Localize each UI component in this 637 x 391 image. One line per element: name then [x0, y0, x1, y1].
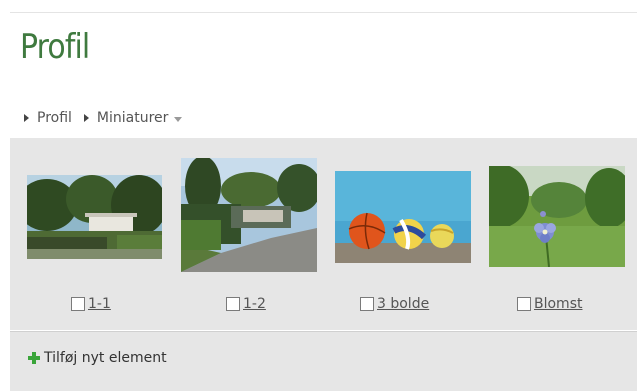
select-checkbox[interactable] — [360, 297, 374, 311]
chevron-right-icon — [83, 114, 89, 122]
select-checkbox[interactable] — [517, 297, 531, 311]
breadcrumb: Profil Miniaturer — [24, 110, 194, 126]
page-title: Profil — [20, 27, 90, 67]
item-link[interactable]: 1-2 — [243, 296, 266, 312]
thumbnail-blomst[interactable] — [489, 166, 625, 267]
chevron-right-icon — [24, 114, 29, 122]
blue-flower-photo-icon — [489, 166, 625, 267]
item-link[interactable]: Blomst — [534, 296, 582, 312]
gallery-item-label-row: 1-2 — [226, 296, 266, 312]
select-checkbox[interactable] — [71, 297, 85, 311]
gallery-item-label-row: Blomst — [517, 296, 582, 312]
gallery-item-label-row: 1-1 — [71, 296, 111, 312]
thumbnail-3-bolde[interactable] — [335, 171, 471, 263]
item-link[interactable]: 1-1 — [88, 296, 111, 312]
thumbnail-1-1[interactable] — [27, 175, 162, 259]
breadcrumb-item-profil[interactable]: Profil — [24, 110, 72, 126]
add-element-button[interactable]: Tilføj nyt element — [28, 350, 167, 366]
add-element-label: Tilføj nyt element — [44, 350, 167, 366]
gallery-item-label-row: 3 bolde — [360, 296, 429, 312]
three-balls-photo-icon — [335, 171, 471, 263]
select-checkbox[interactable] — [226, 297, 240, 311]
thumbnail-1-2[interactable] — [181, 158, 317, 272]
footer-panel: Tilføj nyt element — [10, 331, 637, 391]
breadcrumb-label: Miniaturer — [96, 110, 169, 126]
thumbnail-gallery: 1-1 1-2 3 bolde Blomst — [10, 138, 637, 330]
breadcrumb-label: Profil — [37, 110, 72, 126]
garden-road-photo-icon — [181, 158, 317, 272]
breadcrumb-item-miniaturer[interactable]: Miniaturer — [83, 110, 183, 126]
garden-house-photo-icon — [27, 175, 162, 259]
item-link[interactable]: 3 bolde — [377, 296, 429, 312]
green-plus-icon — [28, 352, 40, 364]
chevron-down-icon[interactable] — [174, 116, 183, 122]
